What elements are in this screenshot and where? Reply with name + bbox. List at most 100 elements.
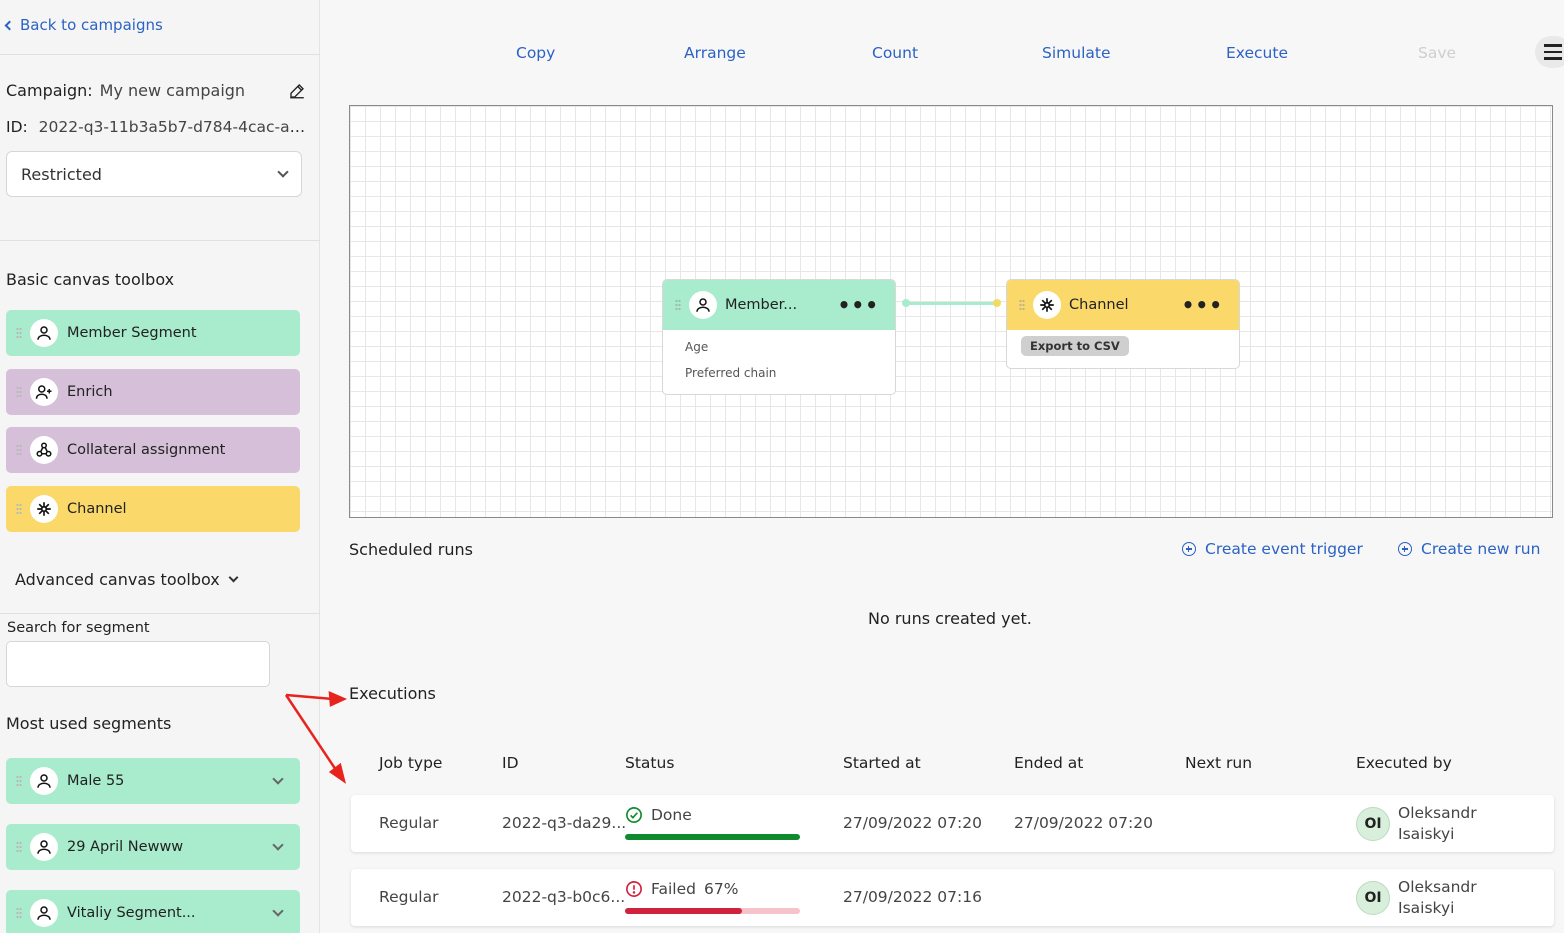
job-type-cell: Regular (379, 888, 439, 906)
connector-end-handle[interactable] (993, 299, 1001, 307)
create-event-trigger-label: Create event trigger (1205, 540, 1363, 558)
drag-handle-icon (16, 907, 22, 919)
segment-29-april-newww[interactable]: 29 April Newww (6, 824, 300, 870)
segment-male-55[interactable]: Male 55 (6, 758, 300, 804)
alert-circle-icon (626, 881, 642, 897)
visibility-select[interactable]: Restricted (6, 151, 302, 197)
drag-handle-icon (1019, 299, 1025, 311)
tool-member-segment[interactable]: Member Segment (6, 310, 300, 356)
tool-collateral-assignment[interactable]: Collateral assignment (6, 427, 300, 473)
tool-label: Member Segment (67, 325, 197, 341)
share-nodes-icon (30, 436, 58, 464)
scheduled-runs-title: Scheduled runs (349, 540, 473, 559)
campaign-label: Campaign: (6, 81, 93, 100)
drag-handle-icon (16, 503, 22, 515)
back-to-campaigns-link[interactable]: Back to campaigns (4, 16, 163, 34)
person-add-icon (30, 378, 58, 406)
execute-button[interactable]: Execute (1226, 44, 1288, 62)
node-field: Preferred chain (685, 366, 777, 380)
drag-handle-icon (16, 386, 22, 398)
col-ended-at[interactable]: Ended at (1014, 754, 1083, 772)
tool-label: Collateral assignment (67, 442, 226, 458)
more-options-icon[interactable]: ••• (838, 295, 879, 315)
check-circle-icon (626, 807, 642, 823)
status-cell: Done (625, 806, 700, 824)
chevron-down-icon[interactable] (272, 839, 284, 851)
started-at-cell: 27/09/2022 07:16 (843, 888, 982, 906)
executed-by-cell: Oleksandr Isaiskyi (1398, 877, 1477, 919)
executor-last-name: Isaiskyi (1398, 899, 1455, 917)
col-status[interactable]: Status (625, 754, 674, 772)
person-icon (689, 291, 717, 319)
person-icon (30, 833, 58, 861)
node-header[interactable]: Member... ••• (663, 280, 895, 330)
col-id[interactable]: ID (502, 754, 519, 772)
col-next-run[interactable]: Next run (1185, 754, 1252, 772)
execution-id-cell[interactable]: 2022-q3-b0c6... (502, 888, 625, 906)
col-executed-by[interactable]: Executed by (1356, 754, 1452, 772)
search-segment-input[interactable] (6, 641, 270, 687)
executions-title: Executions (349, 684, 436, 703)
count-button[interactable]: Count (872, 44, 918, 62)
execution-id-cell[interactable]: 2022-q3-da29... (502, 814, 626, 832)
campaign-name: My new campaign (99, 81, 246, 100)
export-csv-badge: Export to CSV (1021, 336, 1129, 356)
node-title: Channel (1069, 297, 1129, 313)
table-row[interactable]: Regular 2022-q3-b0c6... Failed 67% 27/09… (351, 869, 1554, 926)
id-label: ID: (6, 118, 28, 136)
create-event-trigger-button[interactable]: Create event trigger (1182, 540, 1363, 558)
avatar: OI (1356, 807, 1390, 841)
campaign-id-row: ID: 2022-q3-11b3a5b7-d784-4cac-af... (6, 118, 306, 136)
save-button[interactable]: Save (1418, 44, 1456, 62)
campaign-name-row: Campaign: My new campaign (6, 81, 306, 100)
chevron-down-icon[interactable] (272, 905, 284, 917)
person-icon (30, 899, 58, 927)
asterisk-icon (1033, 291, 1061, 319)
person-icon (30, 319, 58, 347)
pencil-icon[interactable] (288, 82, 306, 100)
connector-start-handle[interactable] (902, 299, 910, 307)
col-started-at[interactable]: Started at (843, 754, 921, 772)
hamburger-menu-icon[interactable] (1535, 36, 1564, 68)
chevron-down-icon[interactable] (272, 773, 284, 785)
status-label: Done (651, 806, 692, 824)
job-type-cell: Regular (379, 814, 439, 832)
campaign-canvas[interactable]: Member... ••• Age Preferred chain Channe… (349, 105, 1553, 518)
drag-handle-icon (16, 841, 22, 853)
executor-last-name: Isaiskyi (1398, 825, 1455, 843)
avatar: OI (1356, 881, 1390, 915)
person-icon (30, 767, 58, 795)
divider (0, 240, 320, 241)
sidebar: Back to campaigns Campaign: My new campa… (0, 0, 320, 933)
node-body: Export to CSV (1007, 330, 1239, 356)
arrange-button[interactable]: Arrange (684, 44, 746, 62)
divider (0, 613, 320, 614)
divider (0, 54, 320, 55)
executor-first-name: Oleksandr (1398, 804, 1477, 822)
tool-enrich[interactable]: Enrich (6, 369, 300, 415)
node-title: Member... (725, 297, 798, 313)
segment-label: Vitaliy Segment... (67, 905, 196, 921)
more-options-icon[interactable]: ••• (1182, 295, 1223, 315)
tool-label: Channel (67, 501, 127, 517)
channel-node[interactable]: Channel ••• Export to CSV (1006, 279, 1240, 369)
copy-button[interactable]: Copy (516, 44, 555, 62)
node-field: Age (685, 340, 709, 354)
node-header[interactable]: Channel ••• (1007, 280, 1239, 330)
executed-by-cell: Oleksandr Isaiskyi (1398, 803, 1477, 845)
progress-bar (625, 908, 800, 914)
status-progress: 67% (703, 880, 739, 898)
member-segment-node[interactable]: Member... ••• Age Preferred chain (662, 279, 896, 395)
create-new-run-button[interactable]: Create new run (1398, 540, 1540, 558)
tool-label: Enrich (67, 384, 113, 400)
tool-channel[interactable]: Channel (6, 486, 300, 532)
simulate-button[interactable]: Simulate (1042, 44, 1111, 62)
chevron-down-icon (228, 572, 239, 583)
asterisk-icon (30, 495, 58, 523)
drag-handle-icon (16, 775, 22, 787)
col-job-type[interactable]: Job type (379, 754, 442, 772)
table-row[interactable]: Regular 2022-q3-da29... Done 27/09/2022 … (351, 795, 1554, 852)
segment-vitaliy[interactable]: Vitaliy Segment... (6, 890, 300, 933)
visibility-value: Restricted (21, 164, 102, 184)
advanced-toolbox-toggle[interactable]: Advanced canvas toolbox (15, 570, 239, 589)
